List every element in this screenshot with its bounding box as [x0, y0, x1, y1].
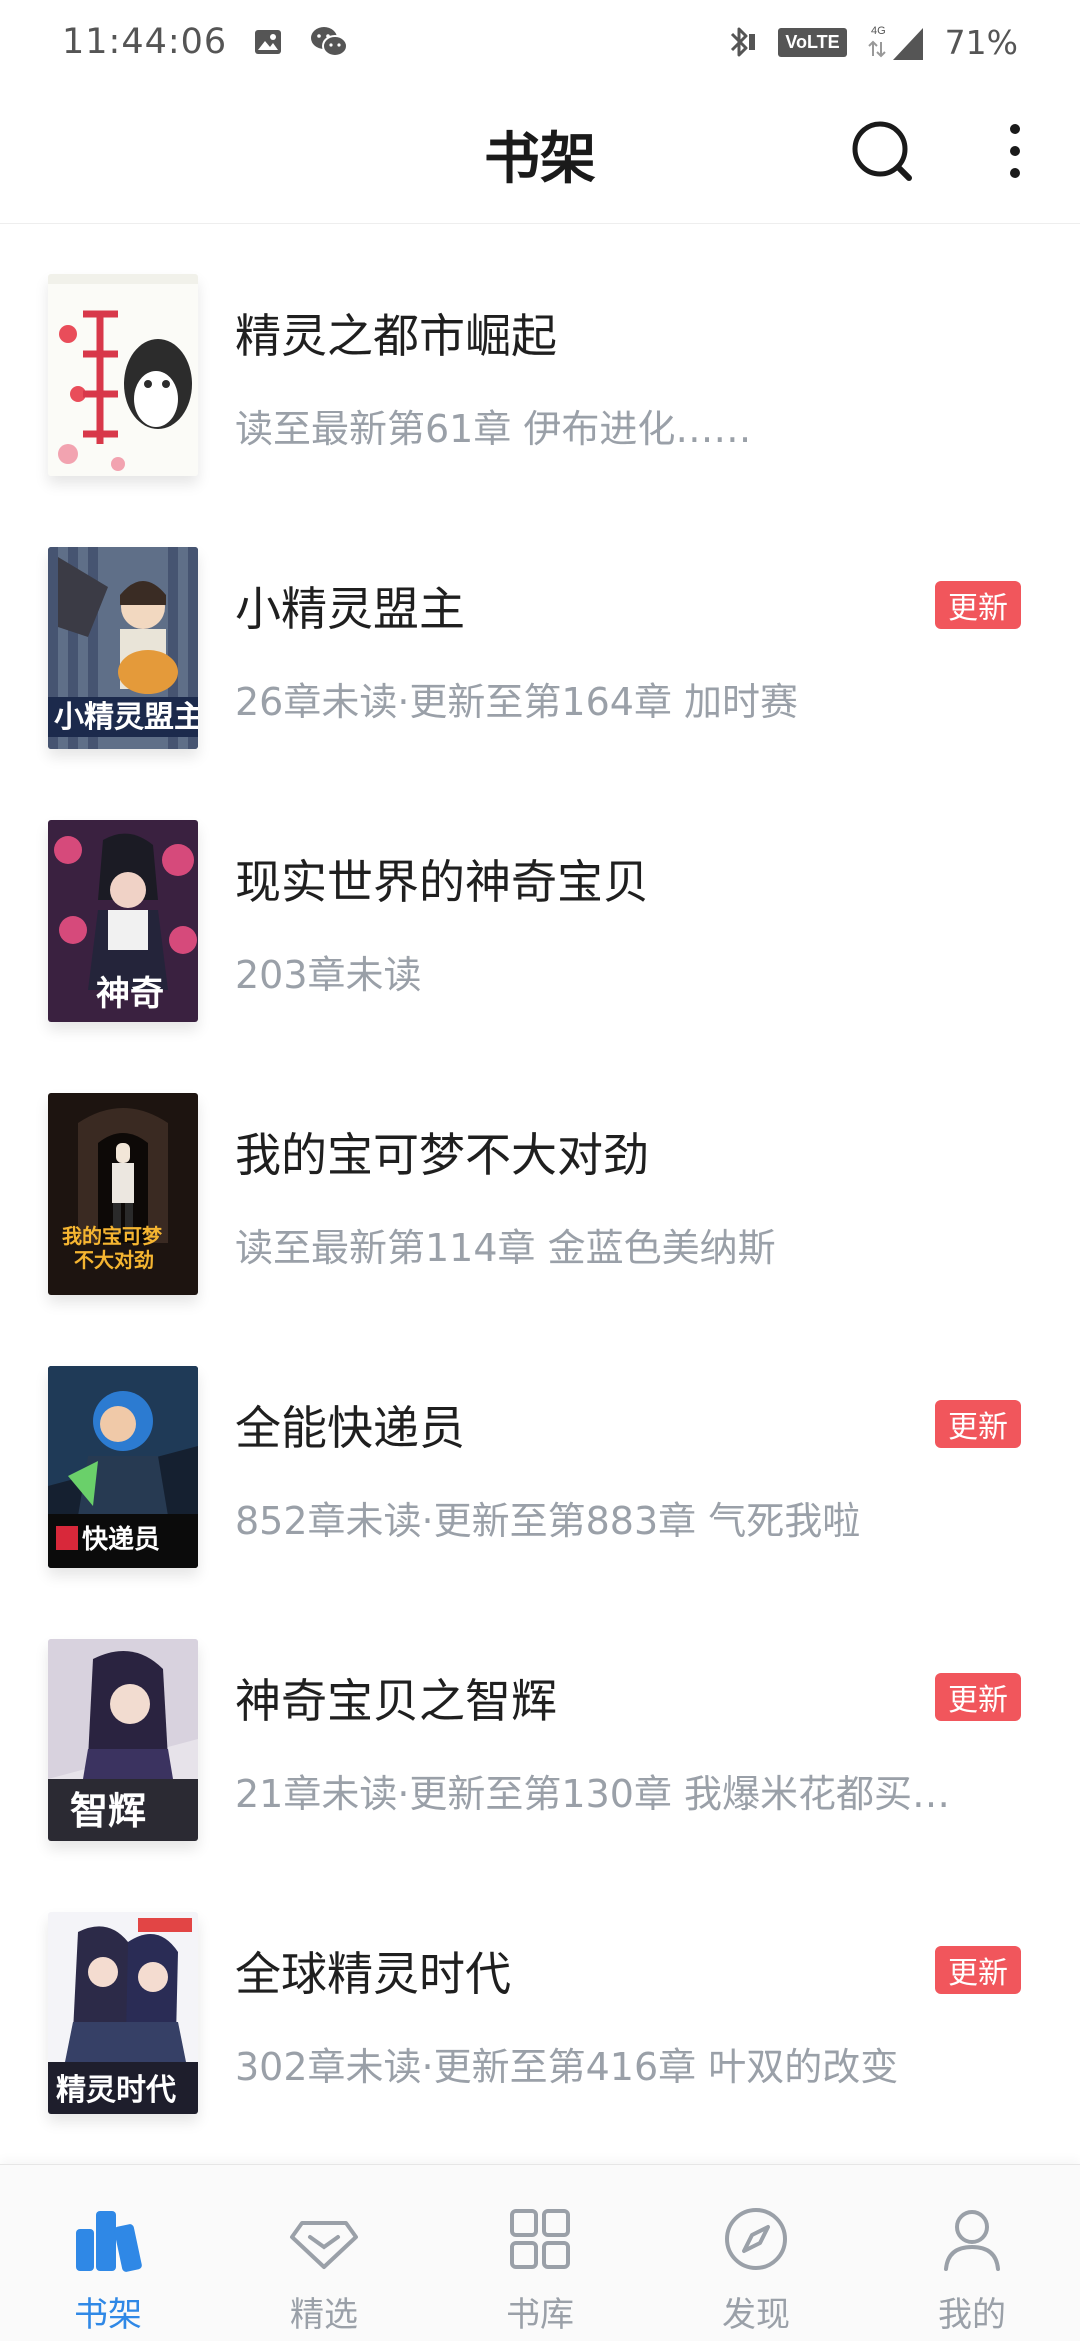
tab-label: 书库 — [506, 2295, 574, 2335]
book-subtitle: 26章未读·更新至第164章 加时赛 — [235, 680, 799, 724]
svg-text:快递员: 快递员 — [82, 1524, 160, 1555]
tab-bookshelf[interactable]: 书架 — [0, 2165, 216, 2341]
status-bar: 11:44:06 VoLTE 4G 71% — [0, 0, 1080, 84]
profile-icon — [932, 2199, 1012, 2279]
tab-library[interactable]: 书库 — [432, 2165, 648, 2341]
tab-discover[interactable]: 发现 — [648, 2165, 864, 2341]
book-cover: 智辉 — [48, 1639, 198, 1841]
bookshelf-icon — [68, 2199, 148, 2279]
book-subtitle: 852章未读·更新至第883章 气死我啦 — [235, 1499, 861, 1543]
svg-text:4G: 4G — [871, 25, 886, 37]
tab-label: 精选 — [290, 2295, 358, 2335]
book-subtitle: 读至最新第61章 伊布进化…… — [235, 407, 752, 451]
tab-profile[interactable]: 我的 — [864, 2165, 1080, 2341]
grid-icon — [500, 2199, 580, 2279]
book-subtitle: 302章未读·更新至第416章 叶双的改变 — [235, 2045, 899, 2089]
status-left: 11:44:06 — [62, 22, 349, 62]
volte-badge: VoLTE — [778, 27, 847, 57]
book-cover: 我的宝可梦 不大对劲 — [48, 1093, 198, 1295]
book-title: 全球精灵时代 — [235, 1947, 511, 2001]
svg-text:智辉: 智辉 — [70, 1789, 146, 1833]
svg-text:神奇: 神奇 — [96, 974, 164, 1014]
book-cover — [48, 274, 198, 476]
book-subtitle: 读至最新第114章 金蓝色美纳斯 — [235, 1226, 776, 1270]
bluetooth-icon — [724, 24, 758, 60]
svg-text:不大对劲: 不大对劲 — [74, 1248, 154, 1272]
book-cover: 神奇 — [48, 820, 198, 1022]
status-time: 11:44:06 — [62, 22, 228, 62]
update-badge: 更新 — [935, 581, 1021, 629]
book-title: 小精灵盟主 — [235, 582, 465, 636]
book-item[interactable]: 我的宝可梦 不大对劲 我的宝可梦不大对劲 读至最新第114章 金蓝色美纳斯 — [0, 1043, 1080, 1295]
battery-level: 71% — [944, 22, 1018, 62]
book-item[interactable]: 智辉 神奇宝贝之智辉 更新 21章未读·更新至第130章 我爆米花都买… — [0, 1589, 1080, 1841]
header: 书架 — [0, 84, 1080, 224]
tab-label: 我的 — [938, 2295, 1006, 2335]
book-cover: 小精灵盟主 — [48, 547, 198, 749]
update-badge: 更新 — [935, 1400, 1021, 1448]
tab-featured[interactable]: 精选 — [216, 2165, 432, 2341]
svg-text:精灵时代: 精灵时代 — [56, 2073, 176, 2108]
svg-text:我的宝可梦: 我的宝可梦 — [62, 1224, 163, 1248]
tab-label: 发现 — [722, 2295, 790, 2335]
image-icon — [253, 27, 283, 57]
book-item[interactable]: 神奇 现实世界的神奇宝贝 203章未读 — [0, 770, 1080, 1022]
book-item[interactable]: 精灵之都市崛起 读至最新第61章 伊布进化…… — [0, 224, 1080, 476]
wechat-icon — [309, 25, 349, 59]
book-title: 全能快递员 — [235, 1401, 465, 1455]
update-badge: 更新 — [935, 1673, 1021, 1721]
book-title: 神奇宝贝之智辉 — [235, 1674, 557, 1728]
search-icon[interactable] — [845, 114, 919, 188]
book-subtitle: 203章未读 — [235, 953, 422, 997]
book-cover: 精灵时代 — [48, 1912, 198, 2114]
signal-icon: 4G — [867, 22, 925, 62]
update-badge: 更新 — [935, 1946, 1021, 1994]
book-title: 我的宝可梦不大对劲 — [235, 1128, 649, 1182]
bottom-nav: 书架 精选 书库 发现 我的 — [0, 2164, 1080, 2341]
book-title: 现实世界的神奇宝贝 — [235, 855, 649, 909]
book-title: 精灵之都市崛起 — [235, 309, 557, 363]
diamond-icon — [284, 2199, 364, 2279]
svg-text:小精灵盟主: 小精灵盟主 — [54, 700, 198, 735]
book-item[interactable]: 精灵时代 全球精灵时代 更新 302章未读·更新至第416章 叶双的改变 — [0, 1862, 1080, 2114]
book-subtitle: 21章未读·更新至第130章 我爆米花都买… — [235, 1772, 951, 1816]
book-cover: 快递员 — [48, 1366, 198, 1568]
book-item[interactable]: 快递员 全能快递员 更新 852章未读·更新至第883章 气死我啦 — [0, 1316, 1080, 1568]
more-icon[interactable] — [995, 114, 1035, 188]
book-item[interactable]: 小精灵盟主 小精灵盟主 更新 26章未读·更新至第164章 加时赛 — [0, 497, 1080, 749]
status-right: VoLTE 4G 71% — [724, 22, 1018, 62]
compass-icon — [716, 2199, 796, 2279]
tab-label: 书架 — [74, 2295, 142, 2335]
